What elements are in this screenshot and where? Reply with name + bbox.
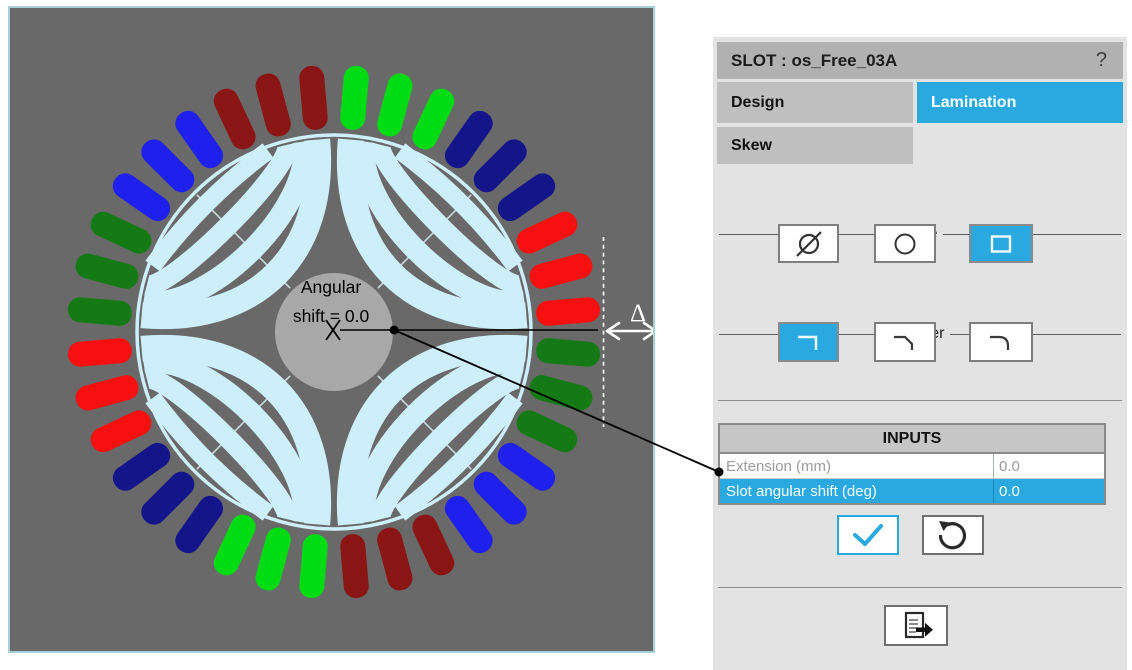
type-option-square-button[interactable] [969, 224, 1033, 263]
corner-option-round-button[interactable] [969, 322, 1033, 362]
tab-design[interactable]: Design [717, 82, 913, 123]
leader-start-dot [390, 326, 399, 335]
tab-lamination[interactable]: Lamination [917, 82, 1123, 123]
application-window: Angular shift = 0.0 Δ [0, 0, 1132, 670]
slot-properties-panel: SLOT : os_Free_03A ? Design Lamination S… [713, 37, 1127, 670]
corner-round-icon [984, 329, 1018, 355]
motor-cross-section-view: Angular shift = 0.0 Δ [8, 6, 655, 653]
input-row-slot-angular-shift[interactable]: Slot angular shift (deg) 0.0 [720, 479, 1104, 503]
slot-angular-shift-value[interactable]: 0.0 [993, 479, 1104, 503]
slashed-circle-icon [787, 229, 831, 259]
rotate-ccw-icon [930, 519, 976, 551]
angular-shift-label-line1: Angular [301, 277, 361, 297]
extension-label: Extension (mm) [720, 458, 993, 475]
section-divider [718, 400, 1122, 401]
export-document-icon [893, 609, 939, 642]
type-option-circle-button[interactable] [874, 224, 936, 263]
corner-option-chamfer-button[interactable] [874, 322, 936, 362]
inputs-table-header: INPUTS [720, 425, 1104, 454]
corner-option-sharp-button[interactable] [778, 322, 839, 362]
extension-value[interactable]: 0.0 [993, 454, 1104, 478]
tab-skew[interactable]: Skew [717, 127, 913, 164]
reset-button[interactable] [922, 515, 984, 555]
check-icon [845, 520, 891, 550]
angular-shift-label-line2: shift = 0.0 [293, 306, 370, 326]
panel-title: SLOT : os_Free_03A [717, 51, 1096, 71]
square-icon [979, 229, 1023, 259]
apply-button[interactable] [837, 515, 899, 555]
input-row-extension[interactable]: Extension (mm) 0.0 [720, 454, 1104, 479]
panel-header: SLOT : os_Free_03A ? [717, 42, 1123, 79]
slot-angular-shift-label: Slot angular shift (deg) [720, 483, 993, 500]
inputs-table: INPUTS Extension (mm) 0.0 Slot angular s… [718, 423, 1106, 505]
corner-sharp-icon [792, 329, 826, 355]
corner-chamfer-icon [888, 329, 922, 355]
circle-icon [883, 229, 927, 259]
help-icon[interactable]: ? [1096, 49, 1123, 72]
type-option-slashed-circle-button[interactable] [778, 224, 839, 263]
section-divider [718, 587, 1122, 588]
export-button[interactable] [884, 605, 948, 646]
motor-drawing: Angular shift = 0.0 Δ [10, 8, 653, 651]
